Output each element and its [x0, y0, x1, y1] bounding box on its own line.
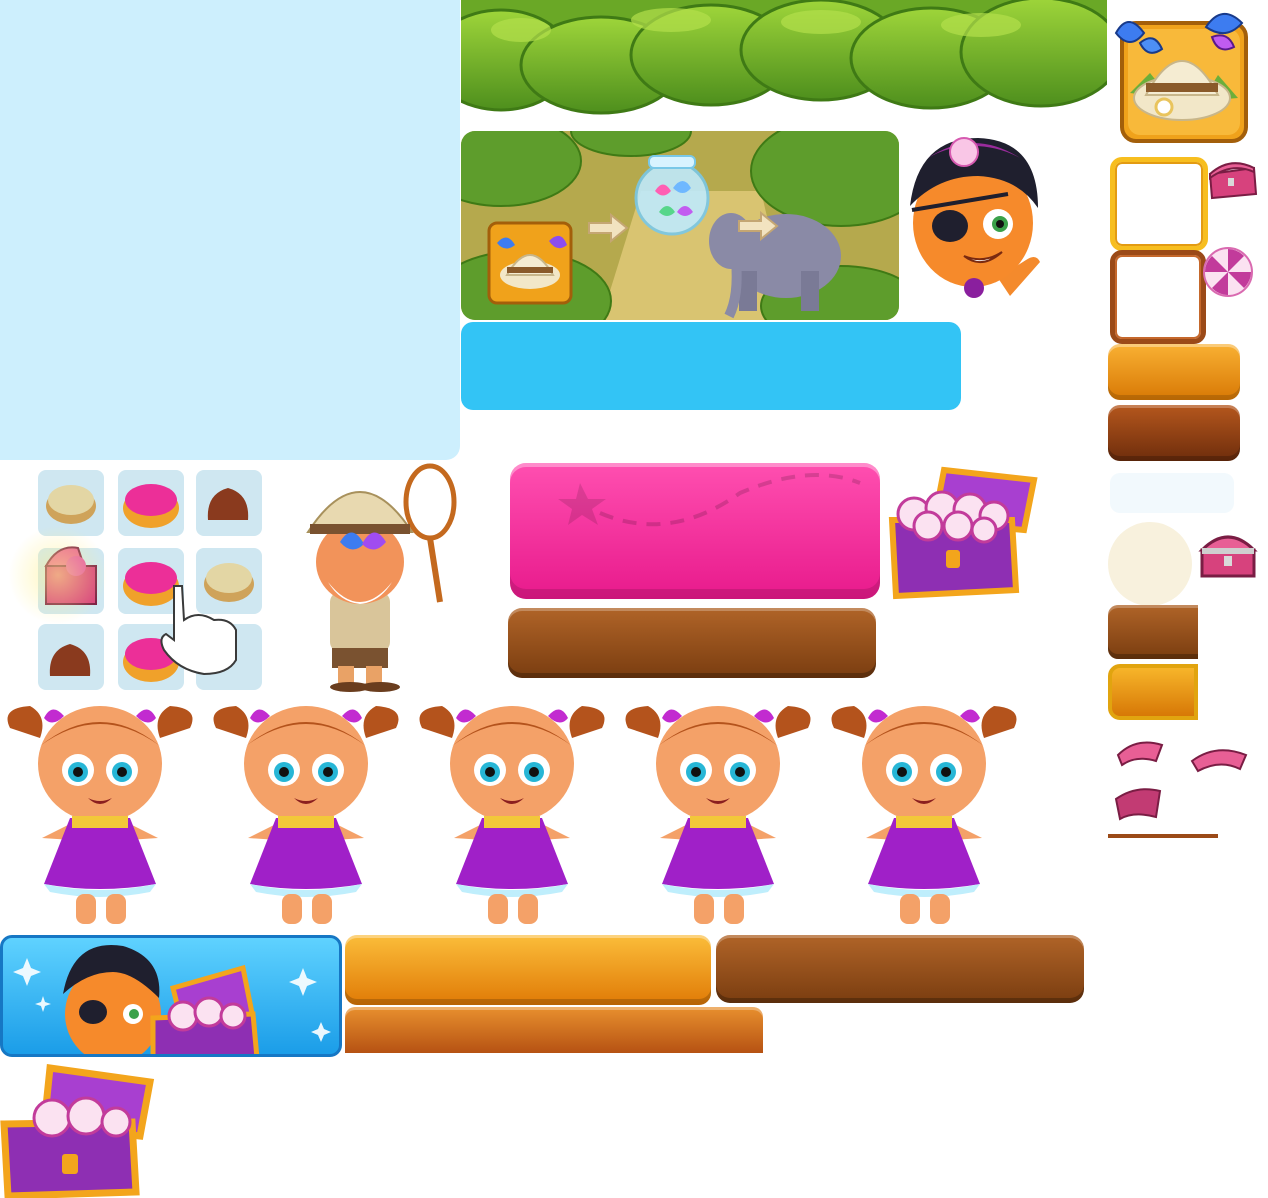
chest-pieces	[1112, 735, 1257, 825]
peppermint-candy-icon	[1202, 246, 1254, 298]
pirate-girl-character	[898, 128, 1048, 318]
brown-divider-line	[1108, 834, 1218, 838]
orange-pill-button	[1108, 344, 1240, 400]
girl-animation-row	[0, 698, 1030, 934]
brown-wood-tab	[1108, 605, 1198, 659]
pink-map-panel	[510, 463, 880, 599]
promo-banner	[0, 935, 342, 1057]
brown-pill-button	[1108, 405, 1240, 461]
tutorial-scene	[461, 131, 899, 320]
peppermint-candy-icon	[949, 137, 979, 167]
safari-hat-icon	[487, 221, 573, 305]
brown-wood-button	[716, 935, 1084, 1003]
chest-glow	[8, 525, 108, 625]
orange-wood-tab	[1108, 664, 1198, 720]
brown-frame	[1110, 250, 1206, 344]
jungle-bushes	[461, 0, 1107, 118]
safari-hat-icon	[1110, 3, 1255, 143]
girl-frame-2	[213, 706, 399, 924]
girl-frame-5	[831, 706, 1017, 924]
girl-frame-1	[7, 706, 193, 924]
blue-bar	[461, 322, 961, 410]
pale-strip	[1110, 473, 1234, 513]
cream-circle	[1108, 522, 1192, 606]
treasure-chest-icon	[1196, 520, 1260, 584]
girl-frame-3	[419, 706, 605, 924]
orange-wood-button	[345, 935, 711, 1005]
explorer-character	[290, 462, 460, 692]
treasure-chest-icon	[884, 460, 1050, 600]
treasure-chest-icon	[0, 1058, 166, 1198]
girl-frame-4	[625, 706, 811, 924]
light-blue-panel	[0, 0, 460, 460]
gold-frame	[1110, 157, 1208, 251]
treasure-chest-icon	[1204, 154, 1260, 202]
brown-wood-button	[508, 608, 876, 678]
orange-wood-tab	[345, 1007, 763, 1053]
